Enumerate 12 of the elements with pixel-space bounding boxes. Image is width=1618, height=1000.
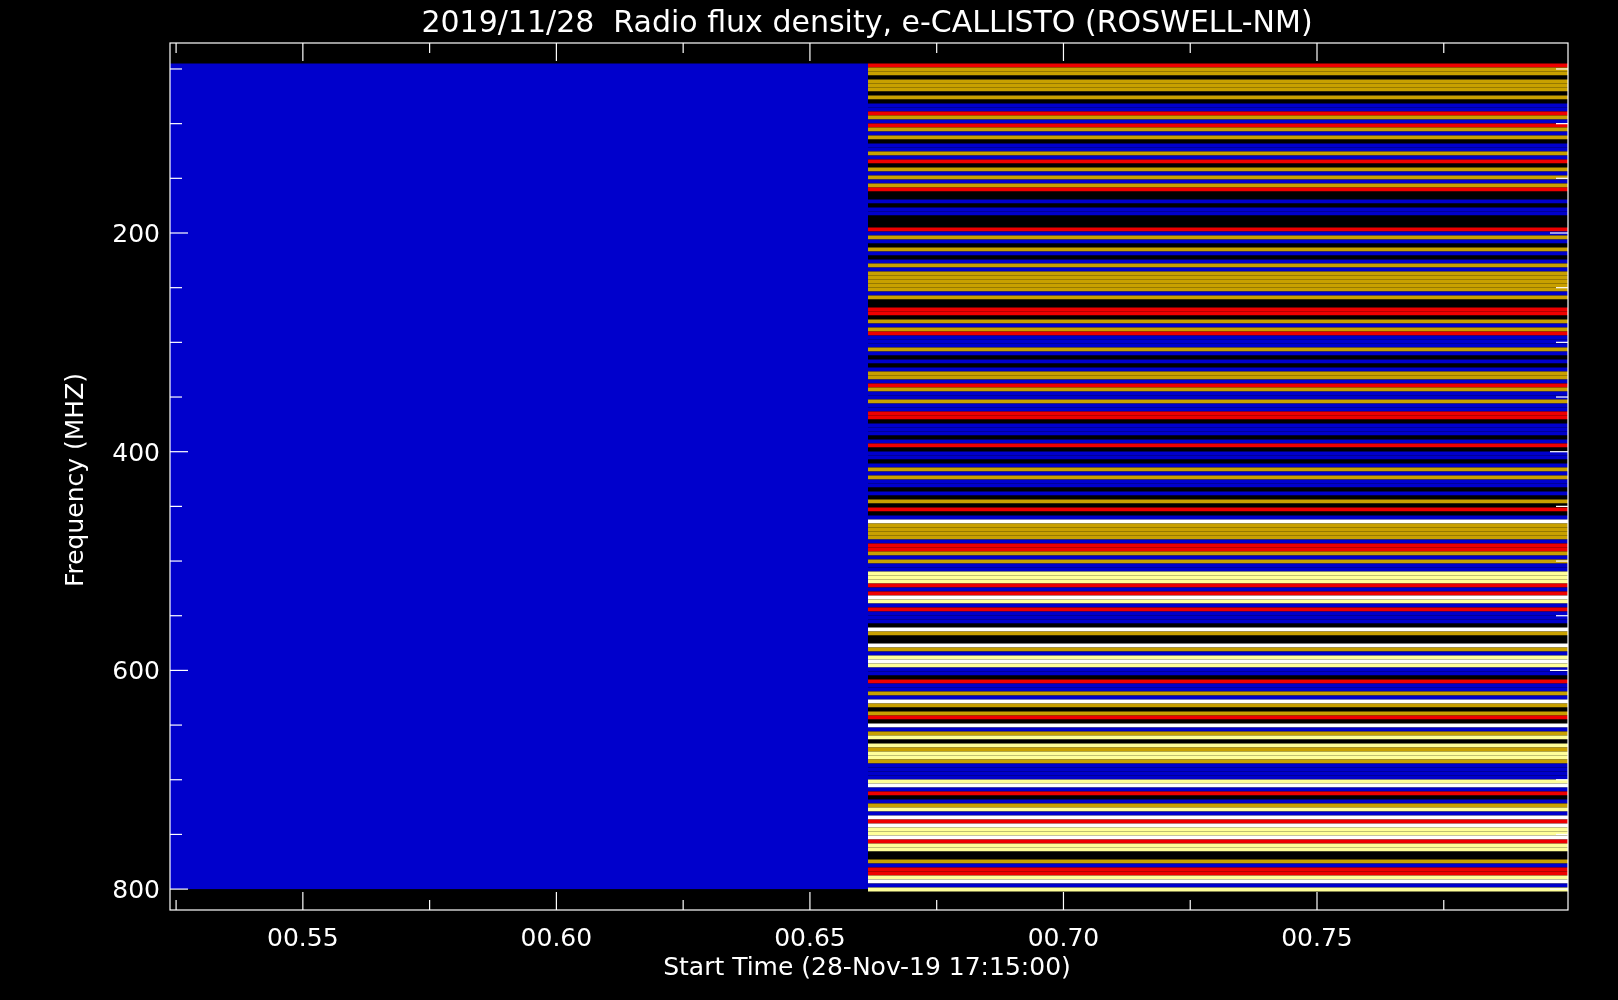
x-tick-label: 00.70 [1027, 923, 1100, 952]
y-axis-label: Frequency (MHZ) [60, 372, 89, 588]
y-tick-label: 600 [112, 656, 160, 686]
x-tick-label: 00.55 [267, 923, 339, 952]
x-tick-label: 00.65 [774, 923, 846, 952]
x-tick-label: 00.60 [520, 923, 593, 952]
y-tick-label: 200 [112, 219, 160, 248]
x-tick-label: 00.75 [1281, 923, 1353, 952]
chart-title: 2019/11/28 Radio flux density, e-CALLISTO (ROSWELL-NM) [421, 4, 1313, 39]
y-tick-label: 400 [112, 437, 160, 467]
x-axis-label: Start Time (28-Nov-19 17:15:00) [663, 952, 1071, 981]
y-tick-label: 800 [112, 875, 160, 905]
